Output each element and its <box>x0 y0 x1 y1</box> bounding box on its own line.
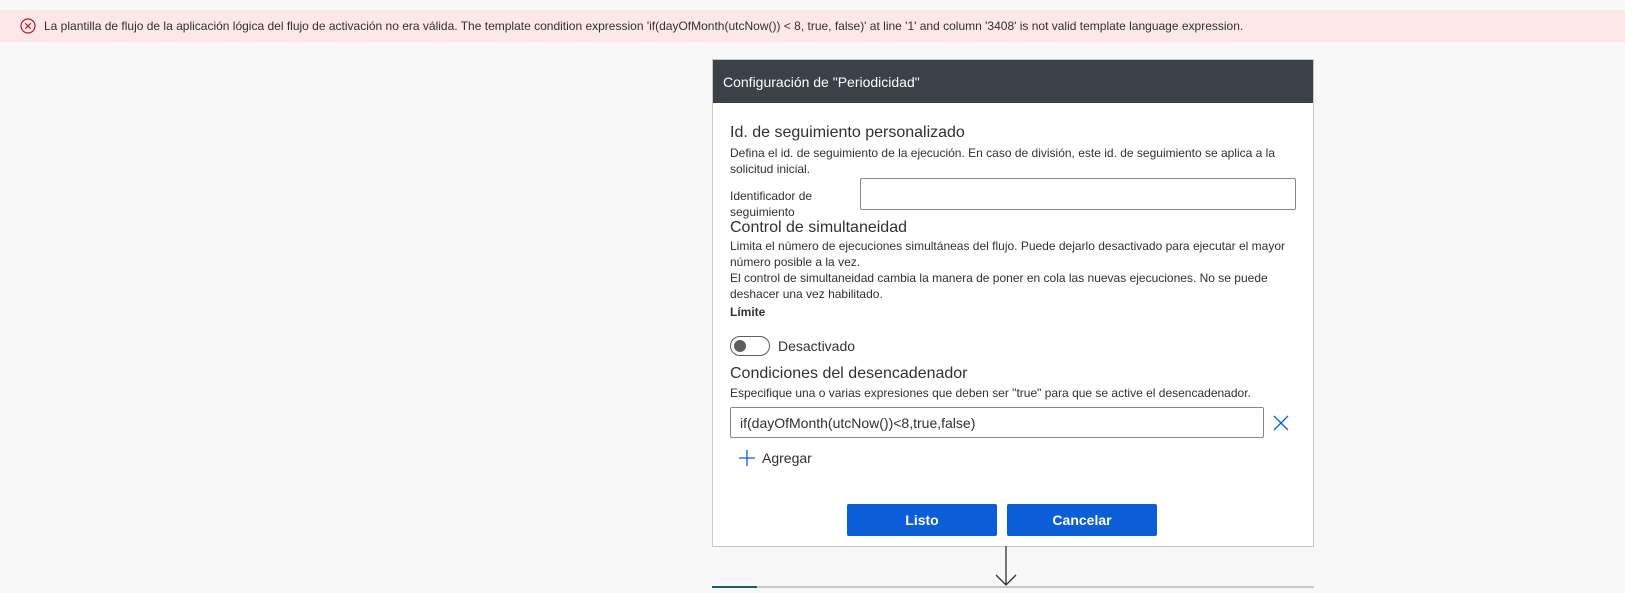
add-condition-label: Agregar <box>762 450 812 466</box>
add-condition-button[interactable]: Agregar <box>730 449 1296 467</box>
error-circle-icon <box>20 18 36 34</box>
error-message: La plantilla de flujo de la aplicación l… <box>44 19 1244 33</box>
tracking-description: Defina el id. de seguimiento de la ejecu… <box>730 146 1275 176</box>
tracking-id-input[interactable] <box>860 178 1296 210</box>
done-button[interactable]: Listo <box>847 504 997 536</box>
cancel-button[interactable]: Cancelar <box>1007 504 1157 536</box>
plus-icon <box>739 450 755 466</box>
panel-title: Configuración de "Periodicidad" <box>713 60 1313 103</box>
toggle-state-label: Desactivado <box>778 338 856 354</box>
toggle-knob <box>734 340 746 352</box>
concurrency-section-title: Control de simultaneidad <box>730 219 907 236</box>
tracking-section-title: Id. de seguimiento personalizado <box>730 124 965 141</box>
close-icon <box>1273 415 1289 430</box>
concurrency-toggle[interactable] <box>730 336 770 356</box>
concurrency-description-2: El control de simultaneidad cambia la ma… <box>730 271 1268 301</box>
trigger-expression-input[interactable]: if(dayOfMonth(utcNow())<8,true,false) <box>730 407 1264 438</box>
error-banner: La plantilla de flujo de la aplicación l… <box>0 10 1625 42</box>
trigger-description: Especifique una o varias expresiones que… <box>730 386 1251 400</box>
remove-condition-button[interactable] <box>1269 411 1293 435</box>
limit-label: Límite <box>730 305 766 319</box>
settings-panel: Configuración de "Periodicidad" Id. de s… <box>712 59 1314 547</box>
trigger-section-title: Condiciones del desencadenador <box>730 365 968 382</box>
concurrency-description-1: Limita el número de ejecuciones simultán… <box>730 239 1285 269</box>
tracking-id-label: Identificador de seguimiento <box>730 189 813 219</box>
